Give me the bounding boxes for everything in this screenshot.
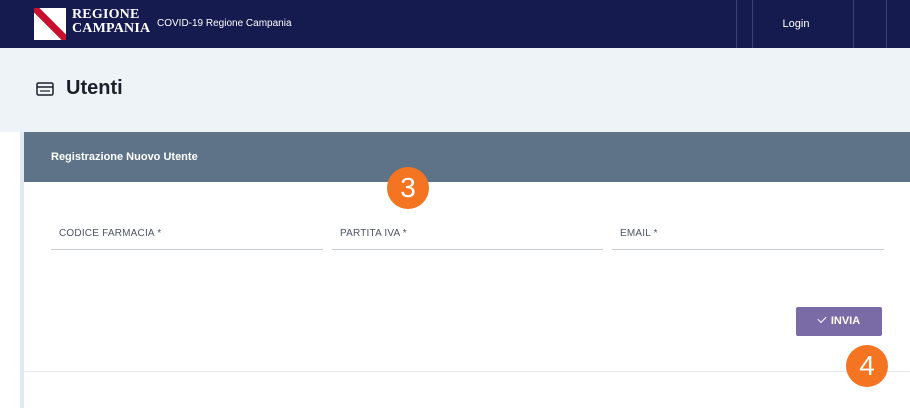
check-icon (817, 313, 827, 324)
codice-farmacia-field[interactable]: CODICE FARMACIA * (51, 212, 323, 250)
regione-campania-logo-icon[interactable] (34, 8, 66, 40)
form-card-title: Registrazione Nuovo Utente (51, 151, 198, 163)
email-field[interactable]: EMAIL * (612, 212, 884, 250)
nav-separator (736, 0, 737, 48)
invia-label: INVIA (830, 315, 861, 327)
page-header (0, 48, 910, 132)
codice-farmacia-label: CODICE FARMACIA * (59, 228, 162, 239)
nav-separator (853, 0, 854, 48)
brand-name[interactable]: REGIONE CAMPANIA (72, 8, 150, 36)
card-divider (24, 371, 910, 372)
email-label: EMAIL * (620, 228, 658, 239)
top-navbar: REGIONE CAMPANIA COVID-19 Regione Campan… (0, 0, 910, 48)
step-badge-3: 3 (387, 167, 429, 209)
nav-separator (886, 0, 887, 48)
step-badge-4: 4 (846, 345, 888, 387)
invia-button[interactable]: INVIA (796, 307, 882, 336)
site-title[interactable]: COVID-19 Regione Campania (157, 17, 292, 31)
brand-line-2: CAMPANIA (72, 21, 151, 36)
page-title: Utenti (66, 77, 123, 99)
logo-stripe (34, 8, 66, 40)
card-icon (36, 82, 54, 96)
partita-iva-field[interactable]: PARTITA IVA * (332, 212, 603, 250)
login-link[interactable]: Login (740, 0, 852, 48)
partita-iva-label: PARTITA IVA * (340, 228, 407, 239)
brand-line-1: REGIONE (72, 7, 140, 22)
